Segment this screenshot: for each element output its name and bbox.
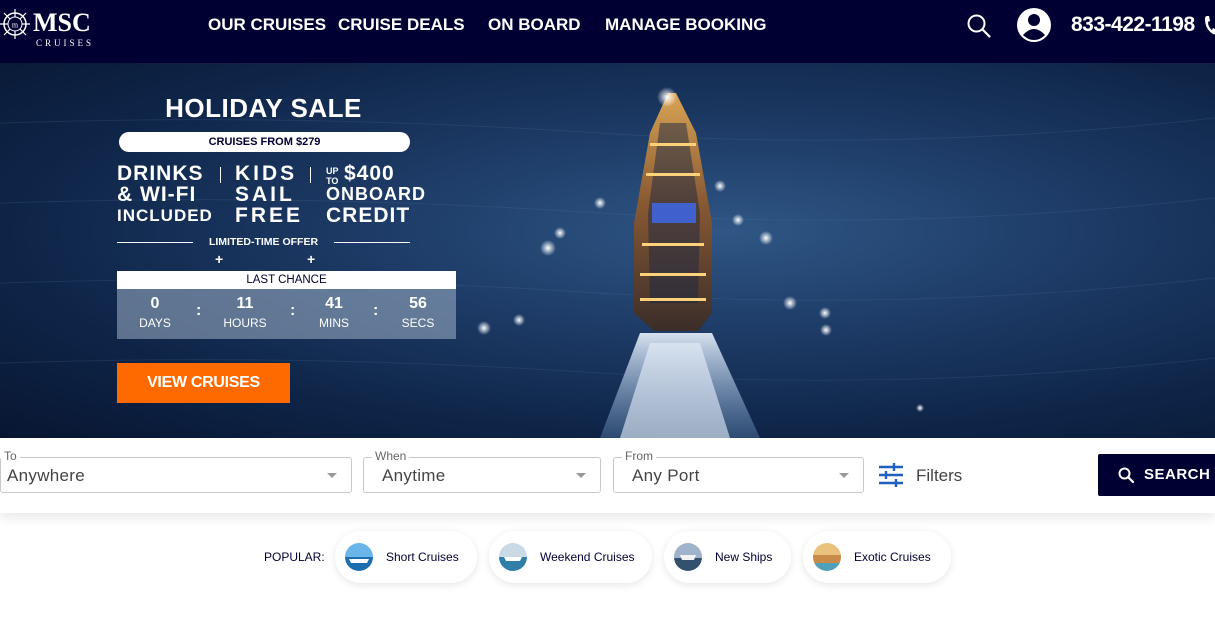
popular-weekend-cruises[interactable]: Weekend Cruises: [489, 531, 652, 583]
search-button[interactable]: SEARCH: [1098, 454, 1215, 496]
offer-line: ONBOARD: [326, 184, 426, 204]
offer-line: INCLUDED: [117, 206, 213, 225]
chevron-down-icon: [327, 473, 337, 478]
field-label: When: [372, 449, 410, 463]
offer-line: & WI-FI: [117, 183, 197, 206]
offer-line: CREDIT: [326, 204, 411, 227]
countdown-label: DAYS: [139, 316, 171, 330]
search-icon: [1118, 467, 1134, 483]
phone-icon[interactable]: [1204, 14, 1215, 36]
field-value: Any Port: [632, 466, 700, 485]
divider: [220, 167, 221, 183]
date-select[interactable]: When Anytime: [363, 449, 601, 493]
field-value: Anytime: [382, 466, 446, 485]
chevron-down-icon: [576, 473, 586, 478]
countdown-value: 0: [150, 295, 160, 312]
view-cruises-button[interactable]: VIEW CRUISES: [117, 363, 290, 403]
filter-sliders-icon: [879, 463, 903, 487]
offer-line: SAIL: [235, 183, 295, 206]
chevron-down-icon: [839, 473, 849, 478]
weekend-cruises-thumbnail: [499, 543, 527, 571]
nav-cruise-deals[interactable]: CRUISE DEALS: [338, 15, 465, 35]
hero-banner: HOLIDAY SALE CRUISES FROM $279 DRINKS & …: [0, 63, 1215, 438]
user-account-icon[interactable]: [1016, 7, 1052, 43]
exotic-cruises-thumbnail: [813, 543, 841, 571]
countdown-mins: 41 MINS: [299, 295, 369, 331]
countdown-value: 11: [236, 295, 254, 312]
field-value: Anywhere: [7, 466, 85, 485]
countdown-label: SECS: [401, 316, 435, 330]
offer-onboard-credit: $400 ONBOARD CREDIT: [326, 163, 426, 226]
countdown-value: 56: [409, 295, 427, 312]
phone-number[interactable]: 833-422-1198: [1071, 13, 1195, 37]
countdown-heading: LAST CHANCE: [117, 271, 456, 289]
offer-line: KIDS: [235, 162, 298, 185]
divider: [310, 167, 311, 183]
nav-manage-booking[interactable]: MANAGE BOOKING: [605, 15, 767, 35]
msc-logo[interactable]: m MSC CRUISES: [0, 6, 110, 50]
offer-drinks-wifi: DRINKS & WI-FI INCLUDED: [117, 163, 213, 226]
filters-label: Filters: [916, 466, 963, 485]
rule-right: [334, 242, 410, 243]
countdown-colon: :: [196, 302, 202, 319]
popular-exotic-cruises[interactable]: Exotic Cruises: [803, 531, 951, 583]
countdown-colon: :: [373, 302, 379, 319]
limited-text: LIMITED-TIME OFFER: [208, 236, 319, 248]
countdown-colon: :: [290, 302, 296, 319]
cruise-search-bar: To Anywhere When Anytime From Any Port F…: [0, 438, 1215, 513]
limited-time-offer: LIMITED-TIME OFFER: [117, 236, 410, 250]
countdown-label: HOURS: [223, 316, 267, 330]
offer-line: DRINKS: [117, 162, 204, 185]
popular-label: POPULAR:: [264, 550, 325, 564]
countdown-days: 0 DAYS: [120, 295, 190, 331]
compass-emblem-icon: m: [0, 9, 30, 39]
search-icon[interactable]: [966, 13, 992, 39]
short-cruises-thumbnail: [345, 543, 373, 571]
site-header: m MSC CRUISES OUR CRUISES CRUISE DEALS O…: [0, 0, 1215, 63]
plus-sign: +: [307, 251, 316, 267]
offer-kids-sail-free: KIDS SAIL FREE: [235, 163, 303, 226]
logo-subtext: CRUISES: [36, 38, 95, 48]
rule-left: [117, 242, 193, 243]
field-label: From: [622, 449, 656, 463]
countdown-timer: LAST CHANCE 0 DAYS : 11 HOURS : 41 MINS …: [117, 271, 456, 339]
svg-text:m: m: [12, 21, 19, 30]
popular-new-ships[interactable]: New Ships: [664, 531, 791, 583]
plus-sign: +: [215, 251, 224, 267]
countdown-body: 0 DAYS : 11 HOURS : 41 MINS : 56 SECS: [117, 289, 456, 339]
field-label: To: [1, 449, 20, 463]
nav-our-cruises[interactable]: OUR CRUISES: [208, 15, 326, 35]
destination-select[interactable]: To Anywhere: [0, 449, 352, 493]
popular-short-cruises[interactable]: Short Cruises: [335, 531, 477, 583]
search-button-label: SEARCH: [1144, 466, 1211, 483]
chip-label: New Ships: [715, 550, 773, 564]
logo-wordmark: MSC: [33, 8, 91, 37]
countdown-label: MINS: [319, 316, 349, 330]
chip-label: Exotic Cruises: [854, 550, 931, 564]
countdown-value: 41: [325, 295, 343, 312]
countdown-hours: 11 HOURS: [210, 295, 280, 331]
price-pill: CRUISES FROM $279: [119, 132, 410, 152]
departure-port-select[interactable]: From Any Port: [613, 449, 864, 493]
new-ships-thumbnail: [674, 543, 702, 571]
countdown-secs: 56 SECS: [383, 295, 453, 331]
nav-on-board[interactable]: ON BOARD: [488, 15, 581, 35]
offer-line: FREE: [235, 204, 304, 227]
sale-title: HOLIDAY SALE: [165, 93, 362, 123]
chip-label: Short Cruises: [386, 550, 459, 564]
offer-line: $400: [344, 162, 395, 185]
chip-label: Weekend Cruises: [540, 550, 635, 564]
